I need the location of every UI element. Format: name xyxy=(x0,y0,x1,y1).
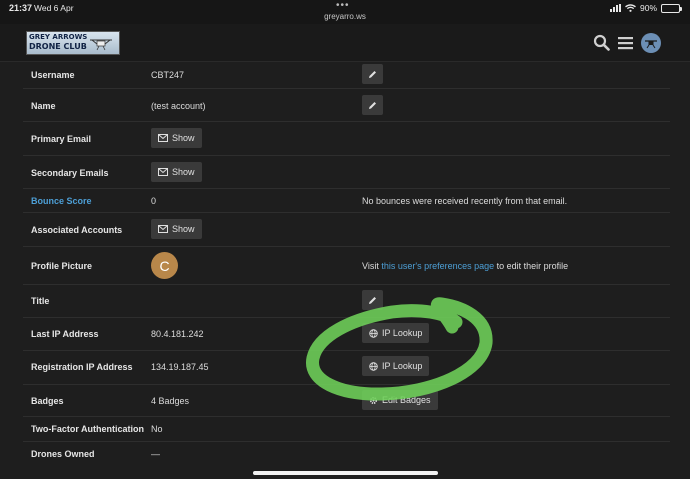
menu-icon[interactable] xyxy=(618,36,633,50)
show-associated-accounts-label: Show xyxy=(172,224,195,234)
row-registration-ip: Registration IP Address 134.19.187.45 IP… xyxy=(23,351,670,385)
row-primary-email: Primary Email Show xyxy=(23,122,670,156)
registration-ip-lookup-button[interactable]: IP Lookup xyxy=(362,356,430,376)
show-primary-email-label: Show xyxy=(172,133,195,143)
primary-email-label: Primary Email xyxy=(31,134,92,144)
row-bounce-score: Bounce Score 0 No bounces were received … xyxy=(23,189,670,213)
preferences-page-link[interactable]: this user's preferences page xyxy=(381,261,494,271)
row-last-ip: Last IP Address 80.4.181.242 IP Lookup xyxy=(23,318,670,351)
pencil-icon xyxy=(369,70,376,78)
name-label: Name xyxy=(31,101,56,111)
row-name: Name (test account) xyxy=(23,89,670,122)
battery-percent: 90% xyxy=(639,3,657,13)
show-primary-email-button[interactable]: Show xyxy=(151,128,202,148)
bounce-score-value: 0 xyxy=(151,196,157,206)
logo-text-line1: GREY ARROWS xyxy=(29,33,88,41)
home-indicator[interactable] xyxy=(253,471,438,475)
profile-picture-note: Visit this user's preferences page to ed… xyxy=(362,261,568,271)
row-drones-owned: Drones Owned — xyxy=(23,442,670,466)
row-username: Username CBT247 xyxy=(23,62,670,89)
row-two-factor: Two-Factor Authentication No xyxy=(23,417,670,442)
drone-icon xyxy=(90,39,112,51)
drone-icon xyxy=(645,40,657,49)
registration-ip-lookup-label: IP Lookup xyxy=(382,361,423,371)
last-ip-value: 80.4.181.242 xyxy=(151,329,204,339)
avatar-initial: C xyxy=(159,257,170,274)
associated-accounts-label: Associated Accounts xyxy=(31,225,123,235)
edit-badges-label: Edit Badges xyxy=(382,395,431,405)
edit-name-button[interactable] xyxy=(362,95,383,115)
show-secondary-emails-label: Show xyxy=(172,167,195,177)
drones-owned-label: Drones Owned xyxy=(31,449,95,459)
profile-avatar[interactable]: C xyxy=(151,252,178,279)
profile-picture-label: Profile Picture xyxy=(31,261,93,271)
title-label: Title xyxy=(31,296,50,306)
secondary-emails-label: Secondary Emails xyxy=(31,168,109,178)
row-profile-picture: Profile Picture C Visit this user's pref… xyxy=(23,247,670,285)
bounce-score-note: No bounces were received recently from t… xyxy=(362,196,568,206)
status-indicators: 90% xyxy=(609,3,682,13)
note-suffix: to edit their profile xyxy=(494,261,569,271)
cellular-signal-icon xyxy=(609,4,621,12)
pencil-icon xyxy=(369,296,376,304)
multitask-dots-icon[interactable]: ••• xyxy=(336,0,350,11)
row-secondary-emails: Secondary Emails Show xyxy=(23,156,670,189)
badges-value: 4 Badges xyxy=(151,396,190,406)
status-bar: 21:37 Wed 6 Apr ••• greyarro.ws 90% xyxy=(0,0,690,24)
registration-ip-value: 134.19.187.45 xyxy=(151,362,209,372)
edit-badges-button[interactable]: Edit Badges xyxy=(362,390,438,410)
show-secondary-emails-button[interactable]: Show xyxy=(151,162,202,182)
registration-ip-label: Registration IP Address xyxy=(31,362,133,372)
bounce-score-link[interactable]: Bounce Score xyxy=(31,196,92,206)
globe-icon xyxy=(369,328,378,338)
note-prefix: Visit xyxy=(362,261,382,271)
drones-owned-value: — xyxy=(151,449,160,459)
envelope-icon xyxy=(158,168,168,176)
logo-text-line2: DRONE CLUB xyxy=(29,42,87,51)
last-ip-label: Last IP Address xyxy=(31,329,99,339)
battery-icon xyxy=(661,3,682,13)
last-ip-lookup-button[interactable]: IP Lookup xyxy=(362,323,430,343)
edit-title-button[interactable] xyxy=(362,290,383,310)
site-header: GREY ARROWS DRONE CLUB xyxy=(0,24,690,62)
row-associated-accounts: Associated Accounts Show xyxy=(23,213,670,247)
two-factor-value: No xyxy=(151,424,163,434)
pencil-icon xyxy=(369,101,376,109)
envelope-icon xyxy=(158,134,168,142)
name-value: (test account) xyxy=(151,101,206,111)
search-icon[interactable] xyxy=(593,34,610,51)
two-factor-label: Two-Factor Authentication xyxy=(31,424,144,434)
badges-label: Badges xyxy=(31,396,64,406)
username-value: CBT247 xyxy=(151,70,185,80)
globe-icon xyxy=(369,361,378,371)
site-logo[interactable]: GREY ARROWS DRONE CLUB xyxy=(26,31,120,55)
user-avatar[interactable] xyxy=(641,33,661,53)
username-label: Username xyxy=(31,70,75,80)
user-details-table: Username CBT247 Name (test account) Prim… xyxy=(23,62,670,466)
last-ip-lookup-label: IP Lookup xyxy=(382,328,423,338)
edit-username-button[interactable] xyxy=(362,64,383,84)
page-url[interactable]: greyarro.ws xyxy=(0,12,690,21)
wifi-icon xyxy=(625,4,636,12)
row-title: Title xyxy=(23,285,670,318)
envelope-icon xyxy=(158,225,168,233)
row-badges: Badges 4 Badges Edit Badges xyxy=(23,385,670,417)
show-associated-accounts-button[interactable]: Show xyxy=(151,219,202,239)
gear-icon xyxy=(369,396,378,404)
